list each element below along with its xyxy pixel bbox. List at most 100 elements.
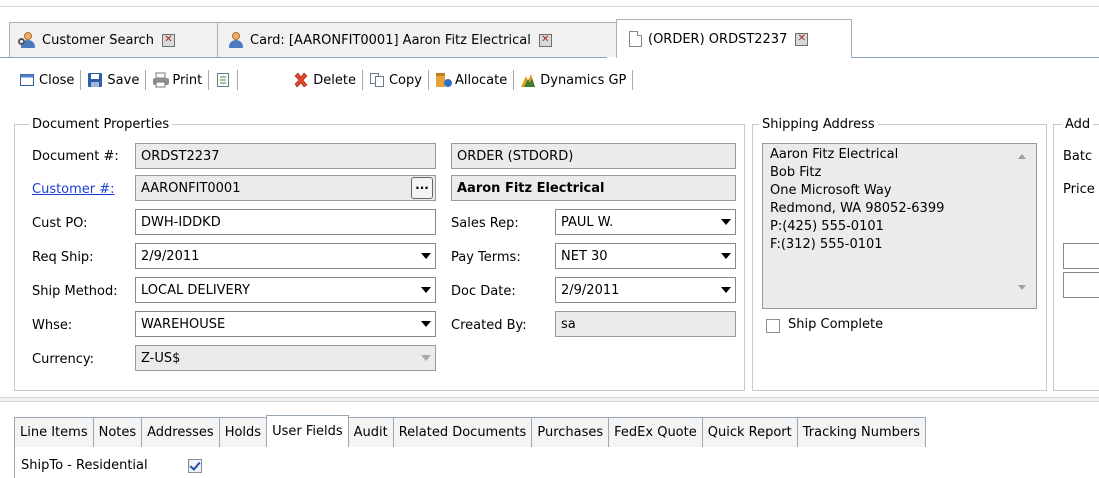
close-window-icon bbox=[19, 72, 35, 88]
customer-lookup-button[interactable]: ··· bbox=[411, 177, 433, 199]
doc-date-field[interactable]: 2/9/2011 bbox=[555, 277, 736, 303]
toolbar-separator bbox=[208, 70, 210, 90]
allocate-icon bbox=[435, 72, 452, 88]
sales-rep-select[interactable]: PAUL W. bbox=[555, 209, 736, 235]
dropdown-arrow-icon[interactable] bbox=[716, 278, 735, 302]
tab-order-label: (ORDER) ORDST2237 bbox=[648, 31, 788, 47]
tab-fedex-quote[interactable]: FedEx Quote bbox=[608, 417, 703, 447]
tab-tracking-numbers[interactable]: Tracking Numbers bbox=[796, 417, 926, 447]
close-tab-icon[interactable]: ✕ bbox=[161, 33, 175, 47]
tab-customer-search-label: Customer Search bbox=[42, 32, 154, 48]
dropdown-arrow-icon[interactable] bbox=[416, 312, 435, 336]
cust-po-input[interactable]: DWH-IDDKD bbox=[135, 209, 436, 235]
customer-card-icon bbox=[228, 32, 244, 48]
allocate-button[interactable]: Allocate bbox=[430, 68, 512, 92]
tab-quick-report[interactable]: Quick Report bbox=[701, 417, 798, 447]
dropdown-arrow-icon[interactable] bbox=[416, 278, 435, 302]
dynamics-gp-icon bbox=[520, 72, 536, 88]
warehouse-label: Whse: bbox=[32, 318, 73, 333]
tab-order[interactable]: (ORDER) ORDST2237 ✕ bbox=[616, 19, 852, 58]
tab-holds[interactable]: Holds bbox=[218, 417, 268, 447]
ship-method-select[interactable]: LOCAL DELIVERY bbox=[135, 277, 436, 303]
tab-audit[interactable]: Audit bbox=[347, 417, 394, 447]
pay-terms-select[interactable]: NET 30 bbox=[555, 243, 736, 269]
toolbar-separator bbox=[237, 70, 239, 90]
dynamics-gp-button-label: Dynamics GP bbox=[540, 72, 627, 88]
tab-purchases[interactable]: Purchases bbox=[531, 417, 610, 447]
tab-customer-card-label: Card: [AARONFIT0001] Aaron Fitz Electric… bbox=[250, 32, 531, 48]
address-line: Redmond, WA 98052-6399 bbox=[770, 201, 945, 216]
close-button[interactable]: Close bbox=[14, 68, 79, 92]
customer-search-icon bbox=[18, 32, 36, 48]
tab-addresses[interactable]: Addresses bbox=[141, 417, 220, 447]
document-tab-strip: Customer Search ✕ Card: [AARONFIT0001] A… bbox=[0, 0, 1099, 58]
toolbar-separator bbox=[361, 70, 363, 90]
delete-icon bbox=[293, 72, 309, 88]
shipping-address-title: Shipping Address bbox=[759, 117, 878, 132]
shipto-residential-checkbox[interactable] bbox=[188, 459, 202, 473]
copy-button-label: Copy bbox=[388, 72, 422, 88]
print-button[interactable]: Print bbox=[147, 68, 207, 92]
tab-customer-card[interactable]: Card: [AARONFIT0001] Aaron Fitz Electric… bbox=[217, 22, 617, 57]
tab-strip-border bbox=[852, 57, 1099, 58]
report-button[interactable] bbox=[210, 68, 236, 92]
printer-icon bbox=[152, 72, 170, 88]
address-line: F:(312) 555-0101 bbox=[770, 237, 883, 252]
price-label: Price bbox=[1063, 182, 1095, 197]
dropdown-arrow-icon bbox=[416, 346, 435, 370]
report-icon bbox=[215, 72, 231, 88]
tab-related-documents[interactable]: Related Documents bbox=[392, 417, 533, 447]
additional-group-title: Add bbox=[1062, 117, 1094, 132]
tab-panel-border bbox=[14, 446, 15, 478]
address-line: One Microsoft Way bbox=[770, 183, 892, 198]
print-button-label: Print bbox=[172, 72, 203, 88]
req-ship-date-field[interactable]: 2/9/2011 bbox=[135, 243, 436, 269]
toolbar: Close Save Print Delete Copy Allocate Dy… bbox=[14, 63, 634, 97]
close-tab-icon[interactable]: ✕ bbox=[795, 32, 809, 46]
scroll-down-icon[interactable] bbox=[1018, 285, 1026, 290]
additional-field[interactable] bbox=[1063, 272, 1099, 298]
warehouse-select[interactable]: WAREHOUSE bbox=[135, 311, 436, 337]
address-line: P:(425) 555-0101 bbox=[770, 219, 884, 234]
allocate-button-label: Allocate bbox=[454, 72, 508, 88]
delete-button-label: Delete bbox=[313, 72, 356, 88]
close-button-label: Close bbox=[39, 72, 75, 88]
pay-terms-label: Pay Terms: bbox=[451, 250, 521, 265]
save-button-label: Save bbox=[107, 72, 140, 88]
tab-strip-border bbox=[0, 57, 607, 58]
close-tab-icon[interactable]: ✕ bbox=[538, 33, 552, 47]
dropdown-arrow-icon[interactable] bbox=[716, 244, 735, 268]
scroll-up-icon[interactable] bbox=[1018, 154, 1026, 159]
tab-customer-search[interactable]: Customer Search ✕ bbox=[9, 22, 218, 57]
additional-field[interactable] bbox=[1063, 243, 1099, 269]
tab-notes[interactable]: Notes bbox=[92, 417, 143, 447]
sales-rep-label: Sales Rep: bbox=[451, 216, 519, 231]
customer-number-field: AARONFIT0001 bbox=[135, 175, 436, 201]
shipto-residential-label: ShipTo - Residential bbox=[21, 458, 148, 473]
toolbar-separator bbox=[80, 70, 82, 90]
dynamics-gp-button[interactable]: Dynamics GP bbox=[515, 68, 631, 92]
document-icon bbox=[629, 31, 642, 47]
detail-tab-strip: Line Items Notes Addresses Holds User Fi… bbox=[14, 415, 926, 447]
customer-number-link[interactable]: Customer #: bbox=[32, 182, 115, 197]
ship-method-label: Ship Method: bbox=[32, 284, 118, 299]
ship-complete-checkbox[interactable] bbox=[766, 319, 780, 333]
address-line: Bob Fitz bbox=[770, 165, 822, 180]
customer-name-field: Aaron Fitz Electrical bbox=[451, 175, 736, 201]
delete-button[interactable]: Delete bbox=[288, 68, 361, 92]
toolbar-separator bbox=[145, 70, 147, 90]
shipping-address-box[interactable]: Aaron Fitz Electrical Bob Fitz One Micro… bbox=[762, 143, 1037, 309]
document-number-label: Document #: bbox=[32, 149, 119, 164]
panel-splitter[interactable] bbox=[0, 397, 1099, 402]
save-button[interactable]: Save bbox=[82, 68, 144, 92]
toolbar-separator bbox=[632, 70, 634, 90]
copy-button[interactable]: Copy bbox=[364, 68, 427, 92]
document-number-field: ORDST2237 bbox=[135, 143, 436, 169]
tab-line-items[interactable]: Line Items bbox=[14, 417, 94, 447]
document-type-field: ORDER (STDORD) bbox=[451, 143, 736, 169]
batch-label: Batc bbox=[1063, 149, 1093, 164]
dropdown-arrow-icon[interactable] bbox=[416, 244, 435, 268]
tab-user-fields[interactable]: User Fields bbox=[266, 415, 349, 447]
dropdown-arrow-icon[interactable] bbox=[716, 210, 735, 234]
created-by-label: Created By: bbox=[451, 318, 527, 333]
